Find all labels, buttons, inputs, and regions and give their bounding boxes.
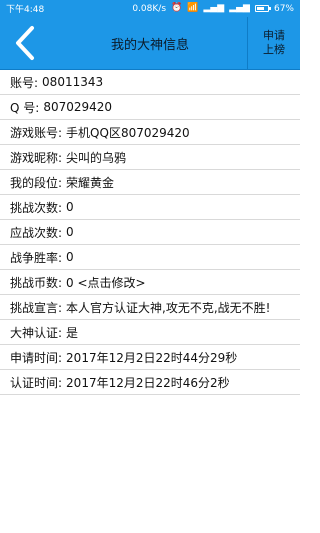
info-value: 0	[66, 250, 74, 264]
info-value: 2017年12月2日22时46分2秒	[66, 375, 230, 390]
info-label: 挑战宣言:	[10, 300, 63, 315]
signal-icon: ▂▄▆	[203, 3, 225, 13]
info-row-rank-tier: 我的段位: 荣耀黄金	[0, 170, 300, 195]
apply-ranking-button[interactable]: 申请 上榜	[247, 17, 300, 69]
info-label: 认证时间:	[10, 375, 63, 390]
info-value[interactable]: 0 <点击修改>	[66, 274, 146, 291]
status-bar: 下午4:48 0.08K/s ⏰ 📶 ▂▄▆ ▂▄▆ 67%	[0, 0, 300, 17]
page-title: 我的大神信息	[110, 37, 189, 53]
info-label: Q 号:	[10, 100, 40, 115]
info-label: 应战次数:	[10, 225, 63, 240]
info-value: 尖叫的乌鸦	[66, 150, 127, 165]
info-value: 0	[66, 225, 74, 239]
battery-icon	[254, 5, 271, 12]
info-value: 2017年12月2日22时44分29秒	[66, 350, 238, 365]
info-row-qq-number: Q 号: 807029420	[0, 95, 300, 120]
info-label: 账号:	[10, 75, 39, 90]
info-row-certify-time: 认证时间: 2017年12月2日22时46分2秒	[0, 370, 300, 395]
apply-label-line2: 上榜	[263, 43, 285, 56]
info-row-master-certified: 大神认证: 是	[0, 320, 300, 345]
signal-icon-2: ▂▄▆	[229, 3, 250, 13]
info-list: 账号: 08011343 Q 号: 807029420 游戏账号: 手机QQ区807029…	[0, 70, 300, 395]
info-row-challenge-count: 挑战次数: 0	[0, 195, 300, 220]
info-value: 手机QQ区807029420	[66, 125, 190, 140]
back-button[interactable]	[8, 17, 42, 69]
chevron-left-icon	[16, 26, 34, 60]
apply-label-line1: 申请	[263, 29, 285, 42]
alarm-icon: ⏰	[171, 3, 183, 13]
info-label: 大神认证:	[10, 325, 63, 340]
info-value: 荣耀黄金	[66, 175, 115, 190]
info-value: 本人官方认证大神,攻无不克,战无不胜!	[66, 300, 271, 315]
battery-percent: 67%	[273, 3, 294, 14]
status-icons: 0.08K/s ⏰ 📶 ▂▄▆ ▂▄▆ 67%	[132, 4, 294, 14]
status-time: 下午4:48	[6, 5, 45, 15]
info-value: 是	[66, 325, 79, 340]
app-bar: 我的大神信息 申请 上榜	[0, 17, 300, 70]
info-row-challenge-declaration: 挑战宣言: 本人官方认证大神,攻无不克,战无不胜!	[0, 295, 300, 320]
info-value: 807029420	[43, 100, 113, 114]
info-label: 挑战次数:	[10, 200, 63, 215]
info-label: 申请时间:	[10, 350, 63, 365]
wifi-icon: 📶	[187, 3, 199, 13]
info-label: 挑战币数:	[10, 275, 63, 290]
info-row-account: 账号: 08011343	[0, 70, 300, 95]
info-row-accepted-count: 应战次数: 0	[0, 220, 300, 245]
net-speed: 0.08K/s	[132, 3, 167, 14]
info-label: 游戏账号:	[10, 125, 63, 140]
info-label: 游戏昵称:	[10, 150, 63, 165]
info-row-win-rate: 战争胜率: 0	[0, 245, 300, 270]
info-value: 08011343	[42, 75, 104, 89]
info-row-challenge-coins[interactable]: 挑战币数: 0 <点击修改>	[0, 270, 300, 295]
info-row-game-account: 游戏账号: 手机QQ区807029420	[0, 120, 300, 145]
info-value: 0	[66, 200, 74, 214]
info-row-apply-time: 申请时间: 2017年12月2日22时44分29秒	[0, 345, 300, 370]
info-label: 我的段位:	[10, 175, 63, 190]
info-row-game-nickname: 游戏昵称: 尖叫的乌鸦	[0, 145, 300, 170]
info-label: 战争胜率:	[10, 250, 63, 265]
